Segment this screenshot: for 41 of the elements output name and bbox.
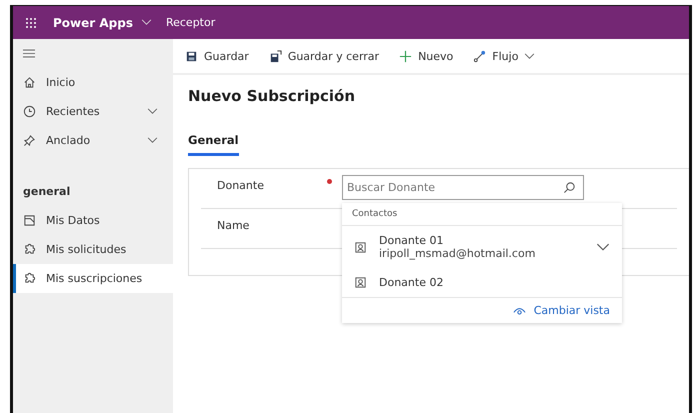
nav-item[interactable]: Mis suscripciones [13,264,173,293]
search-field[interactable]: Buscar Donante [342,175,584,200]
toolbar-button[interactable]: Guardar y cerrar [262,48,386,64]
chevron-down-icon[interactable] [596,242,610,252]
puzzle-icon [23,272,36,285]
toolbar-button[interactable]: Nuevo [393,48,460,64]
chevron-down-icon [147,137,158,144]
toolbar-button[interactable]: Guardar [179,48,255,64]
section-heading: Contactos [342,203,622,226]
field-label: Name [217,218,250,232]
contact-icon [354,276,367,289]
clock-icon [23,105,36,118]
app-area-name: Receptor [166,16,216,29]
lookup-result[interactable]: Donante 02 [342,268,622,297]
search-icon[interactable] [563,181,576,194]
flow-icon [473,50,486,62]
menu-icon[interactable] [23,49,35,58]
change-view-link[interactable]: Cambiar vista [510,302,612,319]
nav-item[interactable]: Recientes [13,97,173,126]
lookup-result[interactable]: Donante 01 iripoll_msmad@hotmail.com [342,226,622,268]
nav-item[interactable]: Anclado [13,126,173,155]
save-icon [185,50,198,62]
form-title: Nuevo Subscripción [188,87,356,105]
contact-icon [354,240,367,254]
puzzle-icon [23,243,36,256]
home-icon [23,76,36,89]
form-tab[interactable]: General [188,133,239,156]
chevron-down-icon [524,52,536,60]
nav-item[interactable]: Mis solicitudes [13,235,173,264]
chevron-down-icon [147,108,158,115]
group-heading: general [23,185,72,198]
app-name[interactable]: Power Apps [53,16,133,30]
document-icon [23,214,36,227]
nav-item[interactable]: Inicio [13,68,173,97]
save-close-icon [268,50,282,62]
nav-item[interactable]: Mis Datos [13,206,173,235]
pin-icon [23,134,36,147]
plus-icon [399,50,412,62]
field-label: Donante [217,178,265,192]
toolbar-button[interactable]: Flujo [467,48,542,64]
app-launcher-icon[interactable] [25,16,37,28]
